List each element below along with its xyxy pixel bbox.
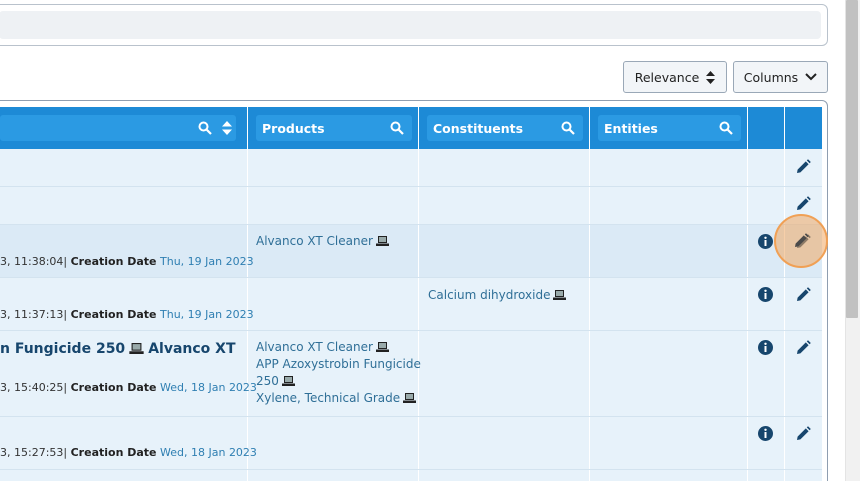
table-row bbox=[0, 470, 822, 481]
page: Relevance Columns Products Constituents … bbox=[0, 0, 860, 481]
header-products-filter[interactable]: Products bbox=[256, 115, 412, 141]
product-link[interactable]: Xylene, Technical Grade bbox=[256, 390, 417, 407]
header-cell-edit bbox=[785, 107, 822, 149]
product-link-continued[interactable]: 250 bbox=[256, 373, 295, 390]
pencil-icon[interactable] bbox=[795, 340, 811, 356]
laptop-icon bbox=[129, 343, 144, 354]
table-row[interactable]: n Fungicide 250 Alvanco XT 3, 15:40:25| C… bbox=[0, 331, 822, 417]
vertical-scrollbar[interactable] bbox=[845, 0, 860, 481]
product-link[interactable]: Alvanco XT Cleaner bbox=[256, 339, 389, 356]
header-name-filter[interactable] bbox=[0, 115, 236, 141]
laptop-icon bbox=[375, 236, 389, 246]
header-cell-name bbox=[0, 107, 248, 149]
scrollbar-thumb[interactable] bbox=[846, 0, 858, 318]
search-icon[interactable] bbox=[561, 121, 575, 135]
header-cell-products: Products bbox=[248, 107, 419, 149]
search-icon[interactable] bbox=[390, 121, 404, 135]
pencil-icon[interactable] bbox=[795, 196, 811, 212]
search-icon[interactable] bbox=[719, 121, 733, 135]
pencil-icon[interactable] bbox=[795, 287, 811, 303]
header-cell-entities: Entities bbox=[590, 107, 748, 149]
info-icon[interactable] bbox=[758, 340, 773, 355]
product-link[interactable]: Alvanco XT Cleaner bbox=[256, 233, 389, 250]
info-icon[interactable] bbox=[758, 287, 773, 302]
relevance-label: Relevance bbox=[634, 69, 700, 85]
results-table: Products Constituents Entities 3, 11:38:… bbox=[0, 107, 822, 481]
laptop-icon bbox=[281, 376, 295, 386]
table-header: Products Constituents Entities bbox=[0, 107, 822, 149]
row-title[interactable]: n Fungicide 250 Alvanco XT bbox=[0, 341, 236, 357]
header-cell-info bbox=[748, 107, 785, 149]
table-row[interactable]: 3, 11:38:04| Creation Date Thu, 19 Jan 2… bbox=[0, 225, 822, 278]
sort-icon[interactable] bbox=[222, 121, 232, 135]
header-products-label: Products bbox=[262, 120, 325, 136]
row-meta: 3, 11:37:13| Creation Date Thu, 19 Jan 2… bbox=[0, 308, 254, 321]
header-constituents-filter[interactable]: Constituents bbox=[427, 115, 583, 141]
constituent-link[interactable]: Calcium dihydroxide bbox=[428, 287, 567, 304]
row-meta: 3, 15:40:25| Creation Date Wed, 18 Jan 2… bbox=[0, 381, 257, 394]
pencil-icon[interactable] bbox=[795, 426, 811, 442]
row-meta: 3, 15:27:53| Creation Date Wed, 18 Jan 2… bbox=[0, 446, 257, 459]
chevron-down-icon bbox=[805, 73, 817, 81]
sort-icon bbox=[706, 70, 716, 84]
table-row[interactable]: 3, 11:37:13| Creation Date Thu, 19 Jan 2… bbox=[0, 278, 822, 331]
search-input[interactable] bbox=[0, 11, 821, 39]
table-row[interactable]: 3, 15:27:53| Creation Date Wed, 18 Jan 2… bbox=[0, 417, 822, 470]
columns-label: Columns bbox=[743, 69, 799, 85]
laptop-icon bbox=[375, 342, 389, 352]
laptop-icon bbox=[553, 290, 567, 300]
pencil-icon[interactable] bbox=[795, 159, 811, 175]
laptop-icon bbox=[403, 393, 417, 403]
search-icon[interactable] bbox=[198, 121, 212, 135]
click-highlight bbox=[774, 214, 828, 268]
header-constituents-label: Constituents bbox=[433, 120, 524, 136]
columns-button[interactable]: Columns bbox=[733, 61, 828, 93]
header-entities-filter[interactable]: Entities bbox=[598, 115, 741, 141]
info-icon[interactable] bbox=[758, 426, 773, 441]
search-panel bbox=[0, 4, 828, 46]
table-row bbox=[0, 187, 822, 225]
header-entities-label: Entities bbox=[604, 120, 658, 136]
header-cell-constituents: Constituents bbox=[419, 107, 590, 149]
table-row bbox=[0, 149, 822, 187]
pencil-icon[interactable] bbox=[793, 233, 809, 249]
product-link[interactable]: APP Azoxystrobin Fungicide bbox=[256, 356, 421, 373]
row-meta: 3, 11:38:04| Creation Date Thu, 19 Jan 2… bbox=[0, 255, 254, 268]
info-icon[interactable] bbox=[758, 234, 773, 249]
relevance-sort-button[interactable]: Relevance bbox=[623, 61, 727, 93]
